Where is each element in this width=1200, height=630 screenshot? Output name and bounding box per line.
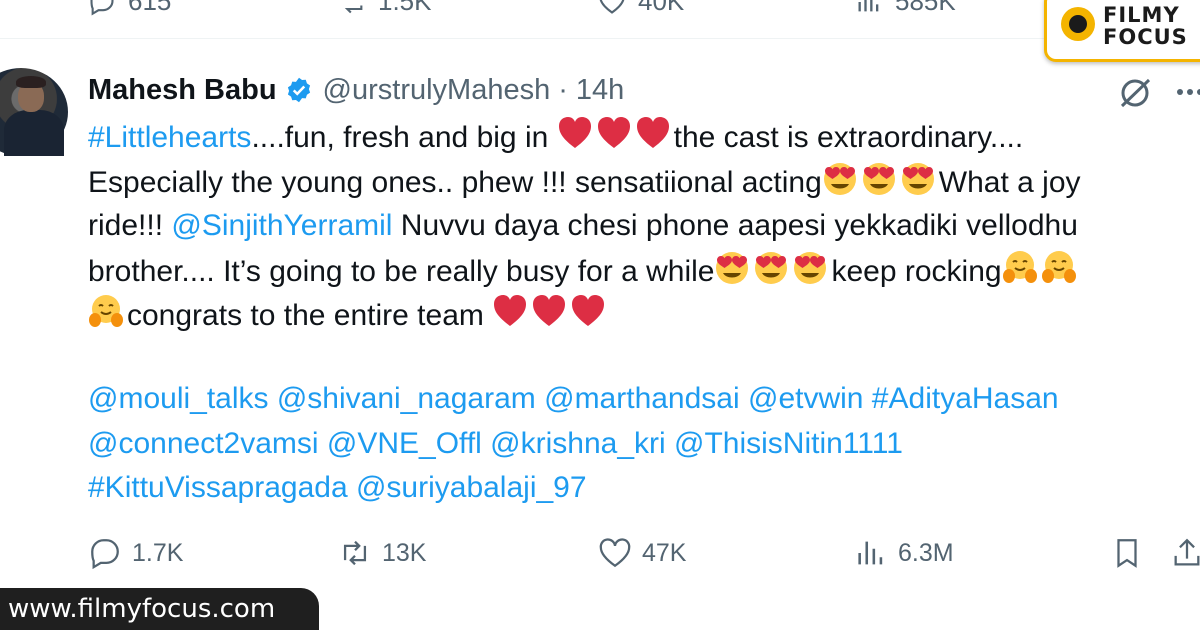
watermark-url: www.filmyfocus.com — [0, 588, 319, 630]
logo-line-1: FILMY — [1103, 3, 1180, 27]
views-icon — [858, 0, 879, 11]
share-button[interactable] — [1170, 536, 1200, 570]
grok-icon[interactable] — [1116, 74, 1154, 112]
previous-reply-count: 615 — [128, 0, 172, 16]
reply-button[interactable]: 1.7K — [88, 536, 183, 570]
hugging-face-emoji-icon — [1041, 249, 1077, 285]
red-heart-icon — [635, 115, 671, 151]
heart-eyes-emoji-icon — [792, 249, 828, 285]
tweet-mentions: @mouli_talks @shivani_nagaram @marthands… — [88, 377, 1059, 511]
heart-eyes-emoji-icon — [822, 160, 858, 196]
red-heart-icon — [557, 115, 593, 151]
heart-eyes-emoji-icon — [900, 160, 936, 196]
tweet-text: #Littlehearts....fun, fresh and big in t… — [88, 115, 1200, 338]
hugging-face-emoji-icon — [1002, 249, 1038, 285]
text-segment: the cast is extraordinary.... — [673, 121, 1024, 154]
divider — [0, 38, 1200, 39]
hugging-face-emoji-icon — [88, 293, 124, 329]
tweet-line-3: ride!!! @SinjithYerramil Nuvvu daya ches… — [88, 204, 1200, 249]
reply-count: 1.7K — [132, 538, 184, 567]
text-segment: ride!!! — [88, 209, 172, 242]
more-options-icon[interactable] — [1174, 74, 1200, 110]
previous-reply-button[interactable]: 615 — [88, 0, 171, 17]
text-segment: brother.... It’s going to be really busy… — [88, 254, 715, 288]
text-segment: Especially the young ones.. phew !!! sen… — [88, 165, 822, 199]
text-segment: keep rocking — [831, 254, 1002, 288]
author-name[interactable]: Mahesh Babu — [88, 74, 277, 107]
tweet-line-4: brother.... It’s going to be really busy… — [88, 249, 1200, 294]
tweet-header: Mahesh Babu @urstrulyMahesh · 14h — [88, 70, 624, 110]
timestamp[interactable]: 14h — [576, 74, 624, 107]
tweet-line-5: congrats to the entire team — [88, 293, 1200, 338]
share-icon — [1174, 538, 1200, 566]
text-segment: congrats to the entire team — [127, 299, 493, 332]
filmy-focus-logo: FILMY FOCUS — [1044, 0, 1200, 62]
heart-eyes-emoji-icon — [714, 249, 750, 285]
view-count: 6.3M — [898, 538, 954, 567]
separator-dot: · — [558, 73, 568, 106]
mention-sinjith[interactable]: @SinjithYerramil — [171, 209, 392, 242]
previous-tweet-actions: 615 1.5K 40K 585K — [0, 0, 1200, 40]
like-button[interactable]: 47K — [598, 536, 686, 570]
repost-icon — [343, 540, 367, 566]
logo-line-2: FOCUS — [1103, 25, 1188, 49]
red-heart-icon — [570, 293, 606, 329]
heart-eyes-emoji-icon — [861, 160, 897, 196]
mentions-line-3[interactable]: #KittuVissapragada @suriyabalaji_97 — [88, 466, 1059, 511]
previous-repost-button[interactable]: 1.5K — [338, 0, 432, 17]
red-heart-icon — [596, 115, 632, 151]
red-heart-icon — [531, 293, 567, 329]
text-segment: Nuvvu daya chesi phone aapesi yekkadiki … — [392, 209, 1078, 242]
text-segment: ....fun, fresh and big in — [251, 121, 557, 154]
previous-view-count: 585K — [895, 0, 956, 16]
repost-icon — [344, 5, 363, 13]
previous-like-count: 40K — [638, 0, 685, 16]
tweet-action-bar: 1.7K 13K 47K 6.3M — [88, 536, 1200, 576]
views-button[interactable]: 6.3M — [854, 536, 954, 570]
tweet-line-1: #Littlehearts....fun, fresh and big in t… — [88, 115, 1200, 160]
previous-views-button[interactable]: 585K — [855, 0, 956, 17]
bookmark-button[interactable] — [1110, 536, 1154, 570]
repost-count: 13K — [382, 538, 427, 567]
heart-eyes-emoji-icon — [753, 249, 789, 285]
previous-like-button[interactable]: 40K — [598, 0, 684, 17]
text-segment: What a joy — [938, 165, 1081, 199]
heart-outline-icon — [599, 0, 625, 14]
hashtag-littlehearts[interactable]: #Littlehearts — [88, 121, 251, 154]
mentions-line-1[interactable]: @mouli_talks @shivani_nagaram @marthands… — [88, 377, 1059, 422]
repost-button[interactable]: 13K — [338, 536, 426, 570]
red-heart-icon — [492, 293, 528, 329]
verified-badge-icon[interactable] — [285, 76, 313, 104]
like-count: 47K — [642, 538, 687, 567]
views-icon — [858, 541, 883, 565]
author-handle[interactable]: @urstrulyMahesh — [323, 74, 551, 107]
bookmark-icon — [1117, 539, 1137, 568]
mentions-line-2[interactable]: @connect2vamsi @VNE_Offl @krishna_kri @T… — [88, 422, 1059, 467]
reply-icon — [90, 0, 114, 16]
tweet-line-2: Especially the young ones.. phew !!! sen… — [88, 160, 1200, 205]
avatar[interactable] — [0, 68, 68, 156]
heart-outline-icon — [599, 538, 631, 568]
previous-repost-count: 1.5K — [378, 0, 432, 16]
reply-icon — [91, 539, 119, 570]
camera-lens-icon — [1061, 7, 1095, 41]
